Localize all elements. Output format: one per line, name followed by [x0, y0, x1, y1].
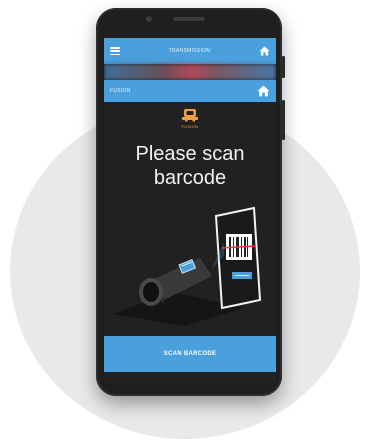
phone-speaker: [173, 17, 205, 21]
menu-icon[interactable]: [110, 47, 120, 55]
fusion-logo-icon: [182, 109, 198, 122]
scan-prompt-line-1: Please scan: [135, 143, 245, 165]
phone-side-button: [282, 56, 285, 78]
home-icon[interactable]: [257, 85, 270, 97]
scan-prompt-heading: Please scan barcode: [104, 142, 276, 190]
app-screen: TRANSMISSION FUSION FUSION Please scan b…: [104, 38, 276, 383]
app-title: TRANSMISSION: [168, 48, 211, 54]
top-app-bar: TRANSMISSION: [104, 38, 276, 64]
barcode-scanner-illustration: [112, 206, 262, 326]
brand-logo: FUSION: [104, 108, 276, 129]
sub-header-bar: FUSION: [104, 80, 276, 102]
scan-barcode-button[interactable]: SCAN BARCODE: [104, 336, 276, 372]
phone-camera: [146, 16, 152, 22]
phone-volume-button: [282, 100, 285, 140]
sub-header-title: FUSION: [110, 88, 131, 94]
home-icon[interactable]: [259, 46, 270, 56]
brand-label: FUSION: [181, 124, 199, 129]
smartphone-icon: [214, 206, 262, 310]
blurred-banner: [104, 64, 276, 80]
scan-prompt-line-2: barcode: [153, 167, 227, 189]
